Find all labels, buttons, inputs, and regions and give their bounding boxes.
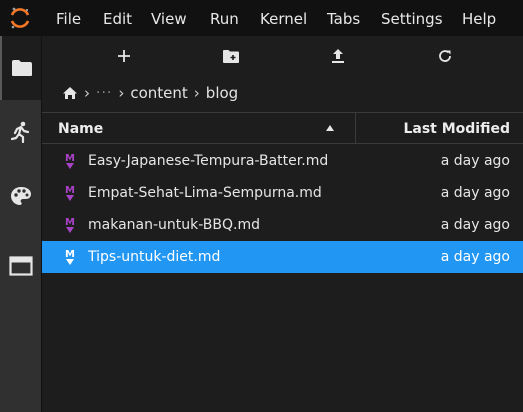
file-list-header: Name Last Modified [42, 112, 523, 144]
file-name: makanan-untuk-BBQ.md [88, 217, 261, 233]
chevron-right-icon: › [118, 84, 125, 102]
menu-file[interactable]: File [56, 9, 81, 29]
file-row[interactable]: M Empat-Sehat-Lima-Sempurna.md a day ago [42, 177, 523, 209]
markdown-file-icon: M [65, 185, 75, 201]
menu-settings[interactable]: Settings [381, 9, 443, 29]
file-modified: a day ago [440, 249, 510, 265]
menu-edit[interactable]: Edit [103, 9, 132, 29]
breadcrumb-ellipsis[interactable]: ··· [96, 85, 112, 101]
menu-help[interactable]: Help [462, 9, 496, 29]
tabs-icon [8, 256, 33, 276]
home-icon[interactable] [62, 86, 78, 100]
new-launcher-button[interactable] [112, 44, 136, 68]
running-tab[interactable] [0, 100, 41, 164]
file-modified: a day ago [440, 217, 510, 233]
jupyter-logo-icon [10, 7, 30, 29]
running-icon [10, 121, 29, 143]
markdown-file-icon: M [65, 153, 75, 169]
menu-tabs[interactable]: Tabs [327, 9, 360, 29]
file-browser-panel: › ··· › content › blog Name Last Modifie… [41, 36, 523, 412]
folder-icon [11, 60, 32, 76]
file-name: Tips-untuk-diet.md [88, 249, 221, 265]
breadcrumb-item-blog[interactable]: blog [206, 84, 238, 102]
new-folder-button[interactable] [219, 44, 243, 68]
left-sidebar [0, 36, 41, 412]
palette-icon [10, 187, 31, 205]
svg-text:M: M [65, 153, 75, 164]
svg-text:M: M [65, 185, 75, 196]
file-name: Easy-Japanese-Tempura-Batter.md [88, 153, 329, 169]
file-row[interactable]: M Tips-untuk-diet.md a day ago [42, 241, 523, 273]
chevron-right-icon: › [84, 84, 90, 102]
upload-icon [332, 49, 344, 63]
upload-button[interactable] [326, 44, 350, 68]
markdown-file-icon: M [65, 249, 75, 265]
theme-tab[interactable] [0, 164, 41, 228]
menu-bar: File Edit View Run Kernel Tabs Settings … [0, 0, 523, 36]
file-row[interactable]: Mmakanan-untuk-BBQ.md a day ago [42, 209, 523, 241]
file-name: Empat-Sehat-Lima-Sempurna.md [88, 185, 322, 201]
column-divider[interactable] [355, 113, 356, 143]
markdown-file-icon: M [65, 217, 75, 233]
svg-text:M: M [65, 217, 75, 228]
jupyterlab-window: File Edit View Run Kernel Tabs Settings … [0, 0, 523, 412]
column-header-last-modified[interactable]: Last Modified [403, 113, 510, 145]
menu-view[interactable]: View [151, 9, 187, 29]
menu-run[interactable]: Run [210, 9, 239, 29]
menu-kernel[interactable]: Kernel [260, 9, 307, 29]
sort-ascending-icon[interactable] [324, 123, 336, 133]
file-modified: a day ago [440, 185, 510, 201]
open-tabs-tab[interactable] [0, 234, 41, 298]
file-browser-toolbar [42, 36, 523, 74]
svg-text:M: M [65, 249, 75, 260]
refresh-button[interactable] [433, 44, 457, 68]
breadcrumb-item-content[interactable]: content [130, 84, 187, 102]
new-folder-icon [223, 49, 239, 63]
chevron-right-icon: › [193, 84, 200, 102]
column-header-name[interactable]: Name [58, 113, 103, 145]
breadcrumb: › ··· › content › blog [62, 82, 238, 104]
refresh-icon [439, 50, 451, 62]
file-list: M Easy-Japanese-Tempura-Batter.md a day ag… [42, 145, 523, 273]
file-row[interactable]: M Easy-Japanese-Tempura-Batter.md a day ag… [42, 145, 523, 177]
plus-icon [118, 50, 130, 62]
file-modified: a day ago [440, 153, 510, 169]
file-browser-tab[interactable] [0, 36, 41, 100]
